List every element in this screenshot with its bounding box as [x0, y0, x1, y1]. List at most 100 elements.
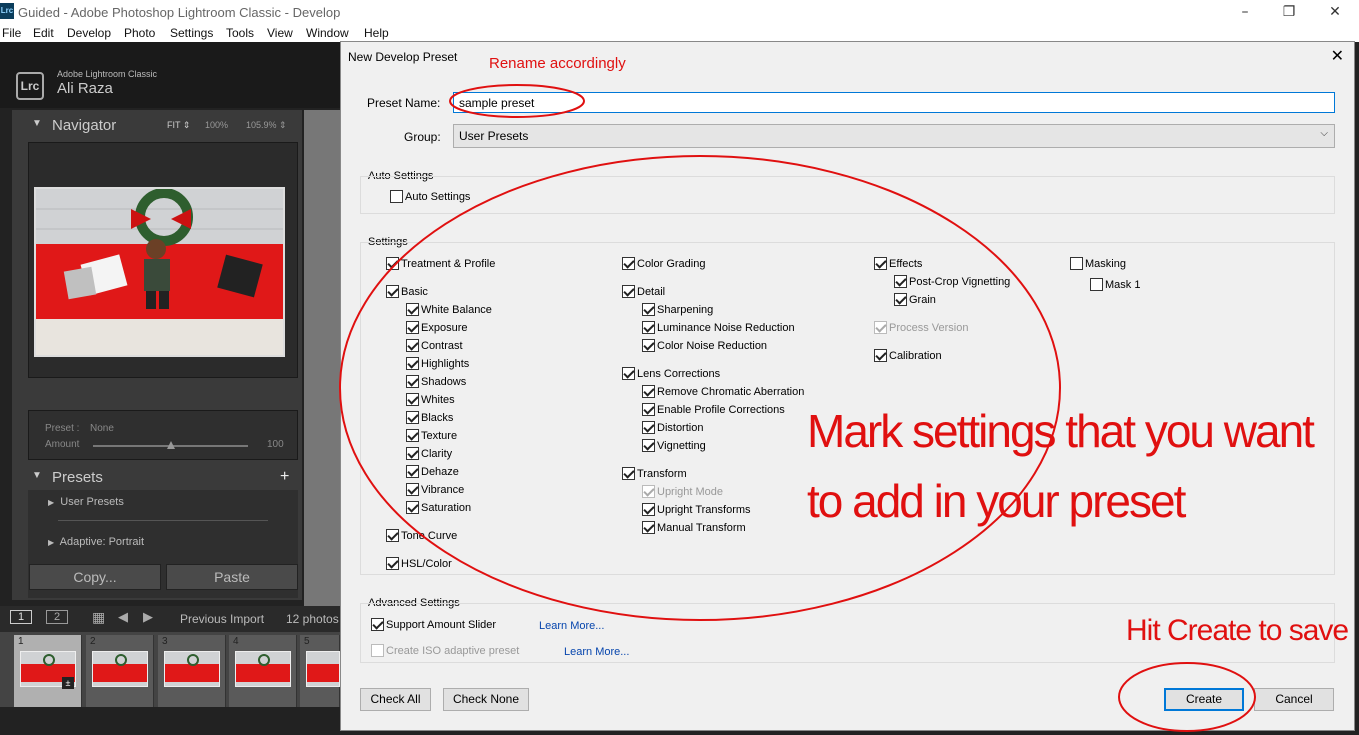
auto-settings-checkbox[interactable]: Auto Settings	[390, 190, 470, 203]
back-arrow-icon[interactable]: ◀	[118, 609, 128, 625]
menu-develop[interactable]: Develop	[67, 26, 111, 40]
zoom-100[interactable]: 100%	[205, 120, 228, 130]
filmstrip-thumbnail[interactable]: 1 ±	[14, 635, 82, 707]
checkbox-icon	[406, 447, 419, 460]
support-amount-slider-checkbox[interactable]: Support Amount Slider	[371, 618, 496, 631]
amount-slider-track[interactable]	[93, 441, 248, 449]
filmstrip-thumbnail[interactable]: 4	[229, 635, 297, 707]
menu-help[interactable]: Help	[364, 26, 389, 40]
checkbox-label: Post-Crop Vignetting	[909, 275, 1011, 288]
setting-texture-checkbox[interactable]: Texture	[406, 429, 457, 442]
setting-upright-transforms-checkbox[interactable]: Upright Transforms	[642, 503, 751, 516]
checkbox-label: Mask 1	[1105, 278, 1141, 291]
menu-edit[interactable]: Edit	[33, 26, 54, 40]
setting-saturation-checkbox[interactable]: Saturation	[406, 501, 471, 514]
setting-white-balance-checkbox[interactable]: White Balance	[406, 303, 492, 316]
checkbox-icon	[406, 483, 419, 496]
setting-transform-checkbox[interactable]: Transform	[622, 467, 687, 480]
maximize-icon[interactable]: ❐	[1274, 3, 1304, 21]
filmstrip-thumbnail[interactable]: 2	[86, 635, 154, 707]
setting-color-noise-reduction-checkbox[interactable]: Color Noise Reduction	[642, 339, 767, 352]
preset-group-adaptive[interactable]: ▶ Adaptive: Portrait	[48, 536, 144, 548]
learn-more-link[interactable]: Learn More...	[564, 646, 629, 658]
close-icon[interactable]: ✕	[1331, 46, 1344, 65]
grid-icon[interactable]: ▦	[92, 609, 105, 626]
preset-group-label: Adaptive: Portrait	[59, 536, 145, 548]
setting-sharpening-checkbox[interactable]: Sharpening	[642, 303, 713, 316]
setting-masking-checkbox[interactable]: Masking	[1070, 257, 1126, 270]
close-window-icon[interactable]: ✕	[1320, 3, 1350, 21]
navigator-header[interactable]: ▼ Navigator FIT ⇕ 100% 105.9% ⇕	[12, 116, 302, 140]
create-button[interactable]: Create	[1164, 688, 1244, 711]
checkbox-icon	[406, 375, 419, 388]
setting-remove-chromatic-aberration-checkbox[interactable]: Remove Chromatic Aberration	[642, 385, 804, 398]
setting-highlights-checkbox[interactable]: Highlights	[406, 357, 469, 370]
menu-file[interactable]: File	[2, 26, 21, 40]
menu-tools[interactable]: Tools	[226, 26, 254, 40]
setting-shadows-checkbox[interactable]: Shadows	[406, 375, 466, 388]
minimize-icon[interactable]: –	[1230, 3, 1260, 21]
menu-photo[interactable]: Photo	[124, 26, 155, 40]
monitor-2-button[interactable]: 2	[46, 610, 69, 624]
presets-header[interactable]: ▼ Presets +	[12, 468, 302, 492]
amount-slider-thumb[interactable]	[166, 441, 175, 449]
expand-triangle-icon: ▶	[48, 498, 55, 507]
setting-effects-checkbox[interactable]: Effects	[874, 257, 922, 270]
setting-detail-checkbox[interactable]: Detail	[622, 285, 665, 298]
setting-luminance-noise-reduction-checkbox[interactable]: Luminance Noise Reduction	[642, 321, 795, 334]
setting-calibration-checkbox[interactable]: Calibration	[874, 349, 942, 362]
check-none-button[interactable]: Check None	[443, 688, 529, 711]
copy-button[interactable]: Copy...	[29, 564, 161, 590]
zoom-custom[interactable]: 105.9% ⇕	[246, 120, 287, 131]
setting-dehaze-checkbox[interactable]: Dehaze	[406, 465, 459, 478]
setting-basic-checkbox[interactable]: Basic	[386, 285, 428, 298]
add-preset-icon[interactable]: +	[280, 468, 289, 486]
setting-grain-checkbox[interactable]: Grain	[894, 293, 936, 306]
paste-button[interactable]: Paste	[166, 564, 298, 590]
monitor-1-button[interactable]: 1	[10, 610, 33, 624]
navigator-photo[interactable]	[34, 187, 285, 357]
setting-process-version-checkbox[interactable]: Process Version	[874, 321, 968, 334]
setting-mask-1-checkbox[interactable]: Mask 1	[1090, 278, 1140, 291]
checkbox-label: Highlights	[421, 357, 470, 370]
annotation-mark-settings-line1: Mark settings that you want	[807, 405, 1315, 457]
menu-settings[interactable]: Settings	[170, 26, 213, 40]
setting-blacks-checkbox[interactable]: Blacks	[406, 411, 453, 424]
filmstrip-source[interactable]: Previous Import	[180, 612, 264, 626]
setting-distortion-checkbox[interactable]: Distortion	[642, 421, 703, 434]
setting-clarity-checkbox[interactable]: Clarity	[406, 447, 452, 460]
checkbox-icon	[390, 190, 403, 203]
setting-upright-mode-checkbox[interactable]: Upright Mode	[642, 485, 723, 498]
setting-vignetting-checkbox[interactable]: Vignetting	[642, 439, 706, 452]
preset-name-input[interactable]	[453, 92, 1335, 113]
setting-treatment-profile-checkbox[interactable]: Treatment & Profile	[386, 257, 495, 270]
menu-window[interactable]: Window	[306, 26, 349, 40]
learn-more-link[interactable]: Learn More...	[539, 620, 604, 632]
preset-group-user[interactable]: ▶ User Presets	[48, 496, 124, 508]
check-all-button[interactable]: Check All	[360, 688, 431, 711]
setting-lens-corrections-checkbox[interactable]: Lens Corrections	[622, 367, 720, 380]
menu-view[interactable]: View	[267, 26, 293, 40]
setting-hsl-color-checkbox[interactable]: HSL/Color	[386, 557, 452, 570]
setting-manual-transform-checkbox[interactable]: Manual Transform	[642, 521, 746, 534]
checkbox-icon	[622, 367, 635, 380]
iso-adaptive-checkbox[interactable]: Create ISO adaptive preset	[371, 644, 519, 657]
zoom-fit[interactable]: FIT ⇕	[167, 120, 190, 131]
setting-vibrance-checkbox[interactable]: Vibrance	[406, 483, 464, 496]
checkbox-label: Enable Profile Corrections	[657, 403, 785, 416]
checkbox-label: Whites	[421, 393, 455, 406]
filmstrip-thumbnail[interactable]: 5	[300, 635, 340, 707]
setting-whites-checkbox[interactable]: Whites	[406, 393, 455, 406]
forward-arrow-icon[interactable]: ▶	[143, 609, 153, 625]
setting-contrast-checkbox[interactable]: Contrast	[406, 339, 463, 352]
cancel-button[interactable]: Cancel	[1254, 688, 1334, 711]
setting-post-crop-vignetting-checkbox[interactable]: Post-Crop Vignetting	[894, 275, 1010, 288]
setting-color-grading-checkbox[interactable]: Color Grading	[622, 257, 705, 270]
setting-tone-curve-checkbox[interactable]: Tone Curve	[386, 529, 457, 542]
setting-enable-profile-corrections-checkbox[interactable]: Enable Profile Corrections	[642, 403, 785, 416]
setting-exposure-checkbox[interactable]: Exposure	[406, 321, 467, 334]
checkbox-label: Color Grading	[637, 257, 706, 270]
thumbnail-image	[92, 651, 148, 687]
filmstrip-thumbnail[interactable]: 3	[158, 635, 226, 707]
group-select[interactable]: User Presets ⌵	[453, 124, 1335, 148]
